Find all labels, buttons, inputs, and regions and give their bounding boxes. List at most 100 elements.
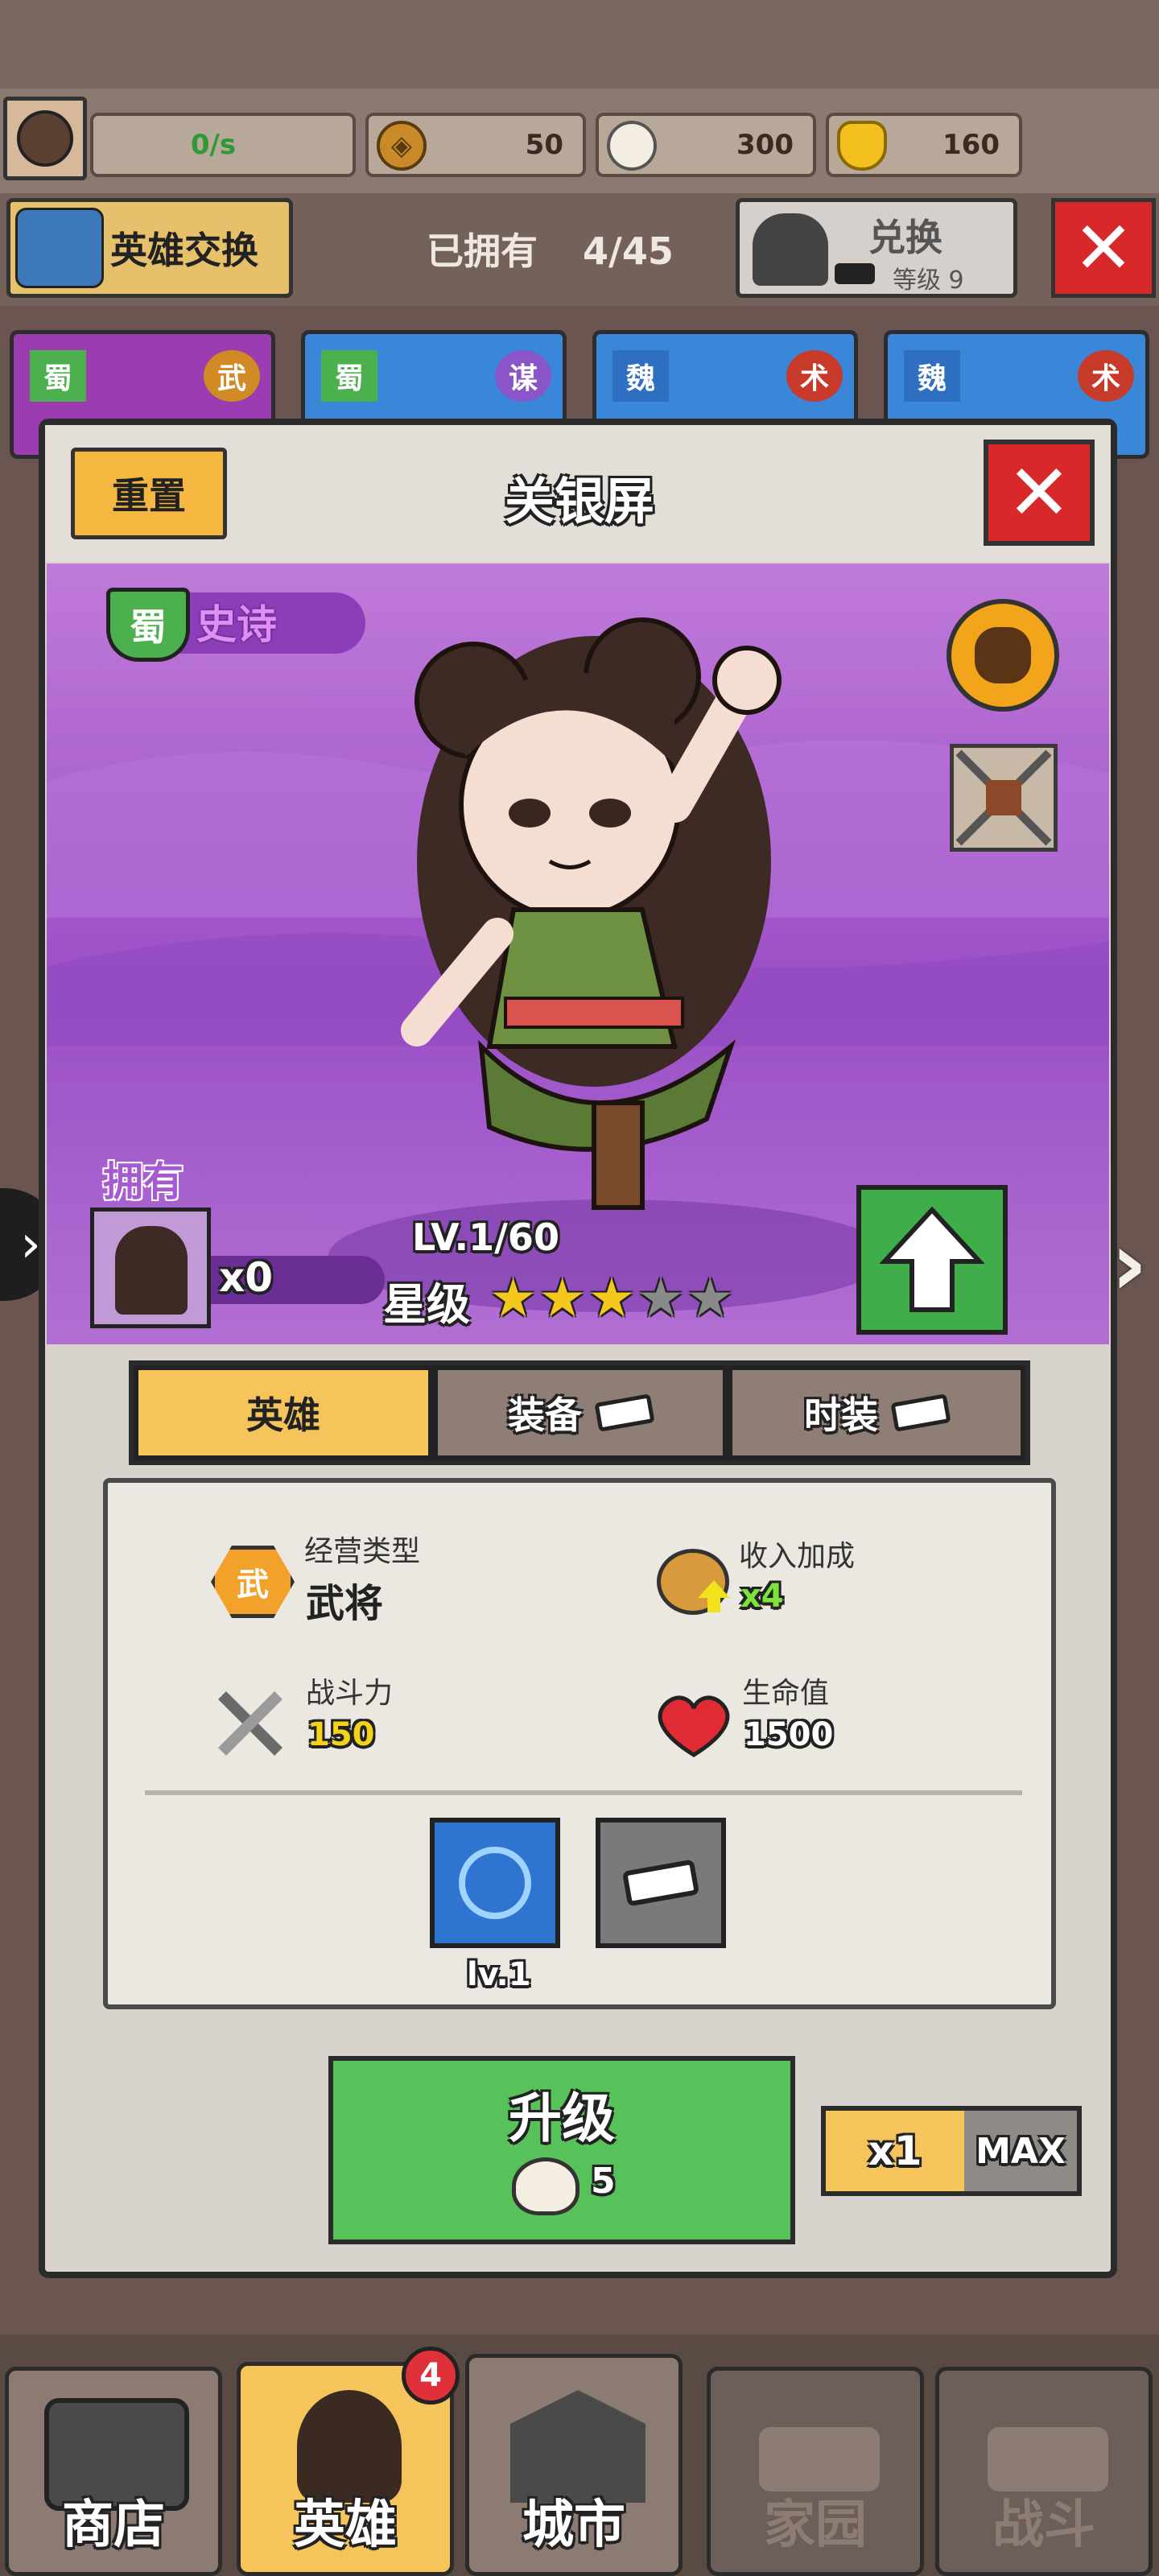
lock-icon: [835, 263, 875, 284]
heart-icon: [652, 1694, 736, 1758]
hero-stage: 蜀 史诗 拥有 x0 LV.1/60 星级 ★ ★ ★ ★ ★: [47, 564, 1109, 1344]
hero-name: 关银屏: [504, 472, 654, 530]
owned-label: 已拥有: [427, 229, 538, 273]
hp-label: 生命值: [742, 1677, 830, 1710]
coin-count: 50: [525, 129, 563, 161]
crossed-swords-glyph: [218, 1691, 283, 1756]
star-filled-icon: ★: [538, 1267, 587, 1329]
player-avatar[interactable]: [3, 97, 87, 180]
star-up-button[interactable]: [856, 1185, 1008, 1335]
exchange-label: 兑换: [868, 216, 942, 259]
star-empty-icon: ★: [637, 1267, 685, 1329]
reset-button[interactable]: 重置: [71, 448, 227, 539]
income-skill-slot[interactable]: [430, 1818, 560, 1948]
gold-count: 160: [942, 129, 1000, 161]
tab-equipment[interactable]: 装备: [433, 1365, 728, 1460]
faction-tag: 蜀: [30, 350, 86, 402]
nav-battle[interactable]: 战斗: [935, 2367, 1153, 2576]
crossed-swords-icon: [214, 1687, 287, 1760]
fist-icon: [975, 627, 1031, 683]
coin-upgrade-icon: [459, 1847, 531, 1919]
bun-icon: [607, 121, 657, 171]
type-badge: 武: [211, 1546, 295, 1618]
hero-notification-badge: 4: [402, 2347, 460, 2405]
exchange-soldier-icon: [753, 213, 828, 286]
max-button[interactable]: MAX: [964, 2111, 1077, 2191]
faction-tag: 魏: [612, 350, 669, 402]
nav-shop[interactable]: 商店: [5, 2367, 222, 2576]
type-tag: 谋: [495, 350, 551, 402]
star-filled-icon: ★: [489, 1267, 538, 1329]
type-tag: 术: [786, 350, 843, 402]
hero-portrait: [401, 617, 782, 1210]
reset-label: 重置: [112, 474, 186, 518]
nav-home[interactable]: 家园: [707, 2367, 924, 2576]
faction-tag: 蜀: [321, 350, 377, 402]
combat-label: 战斗力: [306, 1677, 394, 1710]
owned-hero-thumbnail[interactable]: [90, 1208, 211, 1328]
tab-hero[interactable]: 英雄: [134, 1365, 433, 1460]
avatar-icon: [17, 110, 73, 167]
heart-glyph: [658, 1695, 730, 1757]
exchange-button[interactable]: 兑换 等级 9: [736, 198, 1017, 298]
gold-box[interactable]: 160: [826, 113, 1022, 177]
tab-costume[interactable]: 时装: [728, 1365, 1025, 1460]
tab-equipment-label: 装备: [508, 1393, 582, 1437]
hero-info-panel: 武 经营类型 武将 收入加成 x4 战斗力 150 生命值 1500 lv.1: [103, 1478, 1056, 2009]
locked-skill-slot[interactable]: [596, 1818, 726, 1948]
close-icon: ✕: [1073, 205, 1134, 291]
hero-level: LV.1/60: [412, 1216, 559, 1259]
lock-icon: [988, 2427, 1108, 2491]
modal-close-button[interactable]: ✕: [984, 440, 1095, 546]
panel-divider: [145, 1790, 1022, 1795]
income-bonus-label: 收入加成: [739, 1540, 856, 1573]
faction-shield: 蜀: [106, 588, 190, 662]
income-bonus-icon: [657, 1549, 730, 1615]
business-type-label: 经营类型: [304, 1535, 421, 1568]
nav-home-label: 家园: [764, 2496, 867, 2555]
exchange-level: 等级 9: [893, 266, 964, 295]
owned-count: 4/45: [583, 229, 674, 273]
coin-box[interactable]: ◈ 50: [365, 113, 586, 177]
upgrade-button[interactable]: 升级 5: [328, 2056, 795, 2244]
star-empty-icon: ★: [686, 1267, 734, 1329]
tab-hero-label: 英雄: [246, 1393, 320, 1437]
lock-icon: [890, 1393, 951, 1432]
chevron-left-icon: ›: [20, 1215, 41, 1274]
tab-costume-label: 时装: [804, 1393, 878, 1437]
bottom-nav: 商店 英雄 4 城市 家园 战斗: [0, 2334, 1159, 2576]
hero-header-bar: 英雄交换 已拥有 4/45 兑换 等级 9 ✕: [0, 193, 1159, 306]
owned-section-label: 拥有: [103, 1158, 184, 1205]
nav-hero[interactable]: 英雄 4: [237, 2347, 460, 2576]
x1-button[interactable]: x1: [826, 2111, 964, 2191]
upgrade-label: 升级: [509, 2087, 615, 2149]
faction-tag: 魏: [904, 350, 960, 402]
lock-icon: [594, 1393, 655, 1432]
skill-level: lv.1: [467, 1956, 531, 1993]
owned-count: x0: [219, 1254, 274, 1301]
bun-icon: [512, 2157, 580, 2215]
nav-hero-label: 英雄: [294, 2496, 397, 2555]
close-icon: ✕: [1006, 448, 1072, 538]
bun-count: 300: [736, 129, 794, 161]
hero-swap-button[interactable]: 英雄交换: [6, 198, 293, 298]
type-tag: 术: [1078, 350, 1134, 402]
nav-battle-label: 战斗: [992, 2496, 1095, 2555]
bun-box[interactable]: 300: [596, 113, 816, 177]
combat-value: 150: [307, 1716, 375, 1753]
header-close-button[interactable]: ✕: [1051, 198, 1156, 298]
type-tag: 武: [204, 350, 260, 402]
arrow-up-icon: [698, 1580, 730, 1612]
nav-city[interactable]: 城市: [465, 2354, 683, 2576]
nav-shop-label: 商店: [62, 2496, 165, 2555]
hero-skill-icon[interactable]: [947, 599, 1059, 712]
hero-swap-label: 英雄交换: [110, 229, 258, 272]
locked-weapon-icon[interactable]: [950, 744, 1058, 852]
hp-value: 1500: [744, 1716, 834, 1753]
upgrade-cost: 5: [591, 2161, 616, 2202]
arrow-up-icon: [880, 1206, 984, 1312]
chain-lock-icon: [955, 749, 1052, 846]
status-bar: [0, 0, 1159, 89]
lock-icon: [621, 1859, 700, 1907]
income-rate-box: 0/s: [90, 113, 356, 177]
